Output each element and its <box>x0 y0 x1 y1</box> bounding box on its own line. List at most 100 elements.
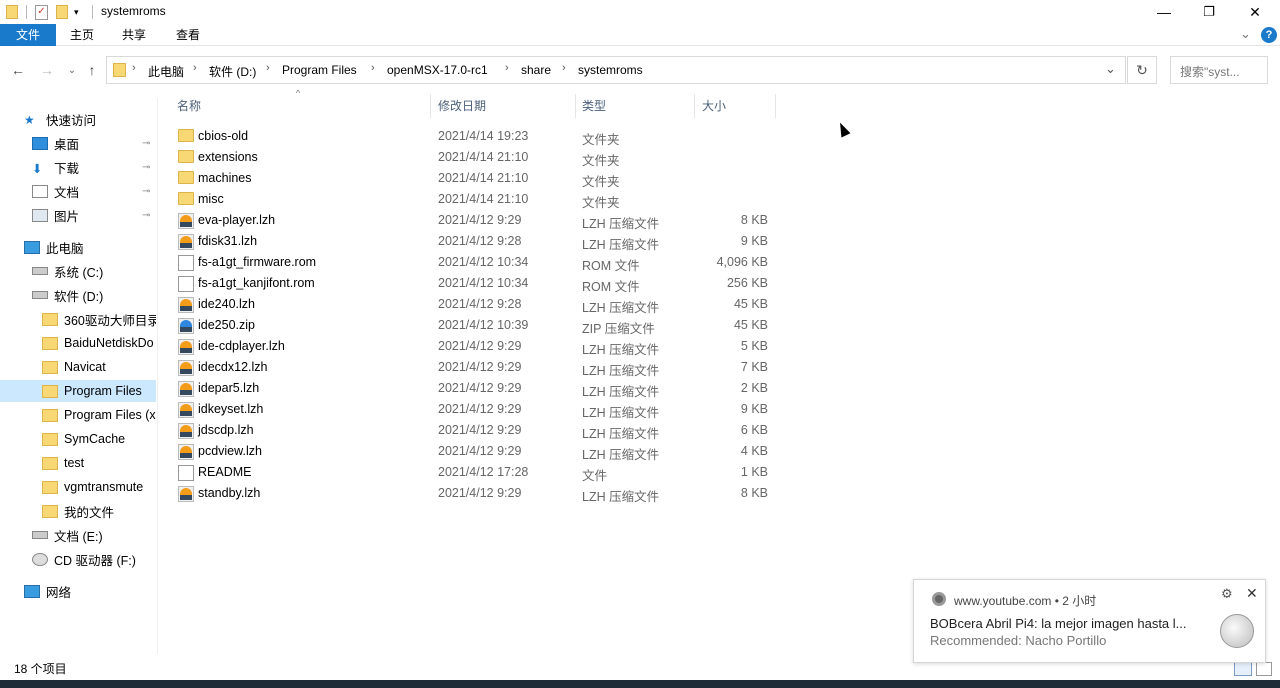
sidebar-item[interactable]: 360驱动大师目录 <box>0 308 156 330</box>
sidebar-item[interactable]: ★ 快速访问 <box>0 108 156 130</box>
tab-home[interactable]: 主页 <box>62 24 102 46</box>
archive-file-icon <box>178 444 194 460</box>
tab-share[interactable]: 共享 <box>114 24 154 46</box>
file-type: 文件夹 <box>582 175 620 189</box>
picture-icon <box>32 208 48 222</box>
column-header-type[interactable]: 类型 <box>576 94 695 118</box>
breadcrumb-separator-icon[interactable]: › <box>371 62 375 74</box>
address-bar[interactable]: › 此电脑 › 软件 (D:) › Program Files › openMS… <box>106 56 1126 84</box>
notification-close-button[interactable]: ✕ <box>1246 585 1258 602</box>
file-name: fdisk31.lzh <box>198 234 258 248</box>
sidebar-item[interactable]: SymCache <box>0 428 156 450</box>
archive-file-icon <box>178 381 194 397</box>
sidebar-item[interactable]: 图片 ⊸ <box>0 204 156 226</box>
sidebar-item[interactable]: Navicat <box>0 356 156 378</box>
file-date: 2021/4/12 10:34 <box>438 276 529 290</box>
file-row[interactable]: fs-a1gt_firmware.rom 2021/4/12 10:34 ROM 文… <box>172 252 782 273</box>
tab-file[interactable]: 文件 <box>0 24 56 46</box>
maximize-button[interactable]: ❐ <box>1186 0 1232 24</box>
sidebar-item[interactable]: Program Files (x <box>0 404 156 426</box>
sidebar-item[interactable]: 网络 <box>0 580 156 602</box>
sidebar-item[interactable]: test <box>0 452 156 474</box>
file-row[interactable]: machines 2021/4/14 21:10 文件夹 <box>172 168 782 189</box>
sidebar-item[interactable]: 文档 (E:) <box>0 524 156 546</box>
file-size: 1 KB <box>740 465 768 479</box>
breadcrumb-share[interactable]: share <box>521 63 551 77</box>
sidebar-item[interactable]: ⬇ 下载 ⊸ <box>0 156 156 178</box>
file-type: LZH 压缩文件 <box>582 385 660 399</box>
tab-view[interactable]: 查看 <box>168 24 208 46</box>
breadcrumb-program-files[interactable]: Program Files <box>282 63 357 77</box>
file-row[interactable]: jdscdp.lzh 2021/4/12 9:29 LZH 压缩文件 6 KB <box>172 420 782 441</box>
file-name: fs-a1gt_firmware.rom <box>198 255 317 269</box>
file-row[interactable]: ide240.lzh 2021/4/12 9:28 LZH 压缩文件 45 KB <box>172 294 782 315</box>
file-row[interactable]: ide250.zip 2021/4/12 10:39 ZIP 压缩文件 45 KB <box>172 315 782 336</box>
close-button[interactable]: ✕ <box>1232 0 1278 24</box>
ribbon-expand-icon[interactable]: ⌄ <box>1240 26 1251 42</box>
sidebar-item[interactable]: CD 驱动器 (F:) <box>0 548 156 570</box>
file-row[interactable]: fdisk31.lzh 2021/4/12 9:28 LZH 压缩文件 9 KB <box>172 231 782 252</box>
details-view-icon[interactable] <box>1234 662 1252 676</box>
file-row[interactable]: standby.lzh 2021/4/12 9:29 LZH 压缩文件 8 KB <box>172 483 782 504</box>
sidebar-item[interactable]: vgmtransmute <box>0 476 156 498</box>
properties-icon[interactable]: ✓ <box>35 4 48 20</box>
new-folder-icon[interactable] <box>56 5 68 19</box>
file-row[interactable]: idepar5.lzh 2021/4/12 9:29 LZH 压缩文件 2 KB <box>172 378 782 399</box>
breadcrumb-separator-icon[interactable]: › <box>193 62 197 74</box>
minimize-button[interactable]: — <box>1141 0 1187 24</box>
forward-button[interactable]: → <box>37 60 57 80</box>
breadcrumb-openmsx[interactable]: openMSX-17.0-rc1 <box>387 63 488 77</box>
file-row[interactable]: fs-a1gt_kanjifont.rom 2021/4/12 10:34 ROM … <box>172 273 782 294</box>
file-name: pcdview.lzh <box>198 444 262 458</box>
customize-toolbar-icon[interactable]: ▾ <box>74 7 79 18</box>
file-row[interactable]: cbios-old 2021/4/14 19:23 文件夹 <box>172 126 782 147</box>
notification-title: BOBcera Abril Pi4: la mejor imagen hasta… <box>930 616 1187 631</box>
breadcrumb-separator-icon[interactable]: › <box>266 62 270 74</box>
file-row[interactable]: misc 2021/4/14 21:10 文件夹 <box>172 189 782 210</box>
sidebar-item[interactable]: Program Files <box>0 380 156 402</box>
breadcrumb-separator-icon[interactable]: › <box>505 62 509 74</box>
breadcrumb-this-pc[interactable]: 此电脑 <box>148 63 184 80</box>
sidebar-item[interactable]: 此电脑 <box>0 236 156 258</box>
file-row[interactable]: pcdview.lzh 2021/4/12 9:29 LZH 压缩文件 4 KB <box>172 441 782 462</box>
sidebar-item[interactable]: BaiduNetdiskDo <box>0 332 156 354</box>
recent-locations-button[interactable]: ⌄ <box>62 60 82 80</box>
column-header-size[interactable]: 大小 <box>696 94 776 118</box>
toolbar-divider <box>26 5 27 19</box>
sidebar-item[interactable]: 系统 (C:) <box>0 260 156 282</box>
column-header-name[interactable]: 名称 <box>171 94 431 118</box>
file-row[interactable]: ide-cdplayer.lzh 2021/4/12 9:29 LZH 压缩文件 5 … <box>172 336 782 357</box>
notification-settings-icon[interactable]: ⚙ <box>1221 586 1233 602</box>
sidebar-item[interactable]: 文档 ⊸ <box>0 180 156 202</box>
large-icons-view-icon[interactable] <box>1256 662 1272 676</box>
sidebar-item[interactable]: 我的文件 <box>0 500 156 522</box>
folder-icon[interactable] <box>6 5 18 19</box>
breadcrumb-separator-icon[interactable]: › <box>132 62 136 74</box>
file-type: LZH 压缩文件 <box>582 364 660 378</box>
column-header-date[interactable]: 修改日期 <box>432 94 576 118</box>
refresh-button[interactable]: ↻ <box>1127 56 1157 84</box>
file-row[interactable]: idkeyset.lzh 2021/4/12 9:29 LZH 压缩文件 9 KB <box>172 399 782 420</box>
file-row[interactable]: idecdx12.lzh 2021/4/12 9:29 LZH 压缩文件 7 KB <box>172 357 782 378</box>
notification-toast[interactable]: www.youtube.com • 2 小时 ⚙ ✕ BOBcera Abril… <box>913 579 1266 663</box>
help-icon[interactable]: ? <box>1261 27 1277 43</box>
file-type: LZH 压缩文件 <box>582 490 660 504</box>
sidebar-item[interactable]: 桌面 ⊸ <box>0 132 156 154</box>
breadcrumb-systemroms[interactable]: systemroms <box>578 63 643 77</box>
search-input[interactable]: 搜索"syst... <box>1170 56 1268 84</box>
folder-icon <box>42 408 58 422</box>
back-button[interactable]: ← <box>8 60 28 80</box>
breadcrumb-drive-d[interactable]: 软件 (D:) <box>209 63 256 80</box>
folder-icon <box>42 504 58 518</box>
sidebar-item[interactable]: 软件 (D:) <box>0 284 156 306</box>
breadcrumb-separator-icon[interactable]: › <box>562 62 566 74</box>
file-name: idepar5.lzh <box>198 381 260 395</box>
up-button[interactable]: ↑ <box>82 60 102 80</box>
sidebar-item-label: Program Files <box>64 384 142 398</box>
address-dropdown-icon[interactable]: ⌄ <box>1105 61 1116 77</box>
file-row[interactable]: extensions 2021/4/14 21:10 文件夹 <box>172 147 782 168</box>
file-row[interactable]: eva-player.lzh 2021/4/12 9:29 LZH 压缩文件 8 KB <box>172 210 782 231</box>
file-row[interactable]: README 2021/4/12 17:28 文件 1 KB <box>172 462 782 483</box>
folder-icon <box>113 63 126 77</box>
star-icon: ★ <box>24 112 35 127</box>
